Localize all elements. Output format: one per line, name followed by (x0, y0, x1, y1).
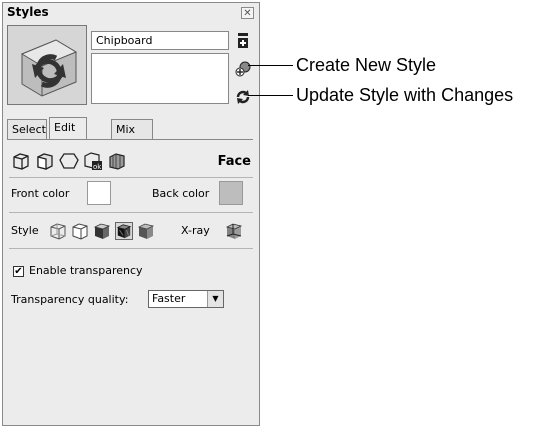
style-thumbnail (7, 25, 87, 105)
tab-mix[interactable]: Mix (111, 119, 153, 139)
add-to-model-icon[interactable] (235, 61, 251, 77)
title-bar: Styles ✕ (3, 3, 259, 23)
tab-edit[interactable]: Edit (49, 117, 87, 139)
divider (9, 248, 253, 249)
xray-label: X-ray (181, 224, 210, 237)
create-new-style-icon[interactable] (235, 33, 251, 49)
back-color-label: Back color (152, 187, 210, 200)
wireframe-icon[interactable] (49, 222, 67, 240)
monochrome-icon[interactable] (137, 222, 155, 240)
enable-transparency-checkbox[interactable]: ✔ (13, 266, 24, 277)
callout-line-create (248, 65, 293, 66)
style-description-field[interactable] (91, 53, 229, 104)
callout-create-new-style: Create New Style (296, 55, 437, 75)
tab-divider (7, 139, 253, 140)
svg-text:ok: ok (93, 163, 102, 171)
divider (9, 212, 253, 213)
transparency-quality-select[interactable]: Faster ▼ (148, 290, 224, 308)
divider (9, 177, 253, 178)
front-color-swatch[interactable] (87, 181, 111, 205)
modeling-settings-icon[interactable] (107, 151, 127, 171)
style-thumbnail-image (8, 26, 86, 104)
background-settings-icon[interactable] (59, 151, 79, 171)
edge-settings-icon[interactable] (11, 151, 31, 171)
shaded-with-textures-icon[interactable] (115, 222, 133, 240)
section-heading: Face (217, 154, 251, 169)
panel-title: Styles (7, 5, 49, 19)
callout-line-update (248, 95, 293, 96)
style-name-field[interactable]: Chipboard (91, 31, 229, 50)
tab-select[interactable]: Select (7, 119, 47, 139)
style-label: Style (11, 224, 39, 237)
enable-transparency-label: Enable transparency (29, 264, 143, 277)
transparency-quality-label: Transparency quality: (11, 293, 129, 306)
styles-panel: Styles ✕ Chipboard Select Edit Mix ok Fa… (2, 2, 260, 426)
edit-category-bar: ok Face (11, 151, 253, 173)
hidden-line-icon[interactable] (71, 222, 89, 240)
shaded-icon[interactable] (93, 222, 111, 240)
face-settings-icon[interactable] (35, 151, 55, 171)
callout-update-style: Update Style with Changes (296, 85, 514, 105)
front-color-label: Front color (11, 187, 70, 200)
watermark-settings-icon[interactable]: ok (83, 151, 103, 171)
close-button[interactable]: ✕ (241, 7, 254, 19)
back-color-swatch[interactable] (219, 181, 243, 205)
transparency-quality-value: Faster (152, 292, 186, 305)
xray-icon[interactable] (225, 222, 243, 240)
update-style-icon[interactable] (235, 89, 251, 105)
chevron-down-icon[interactable]: ▼ (207, 291, 223, 307)
